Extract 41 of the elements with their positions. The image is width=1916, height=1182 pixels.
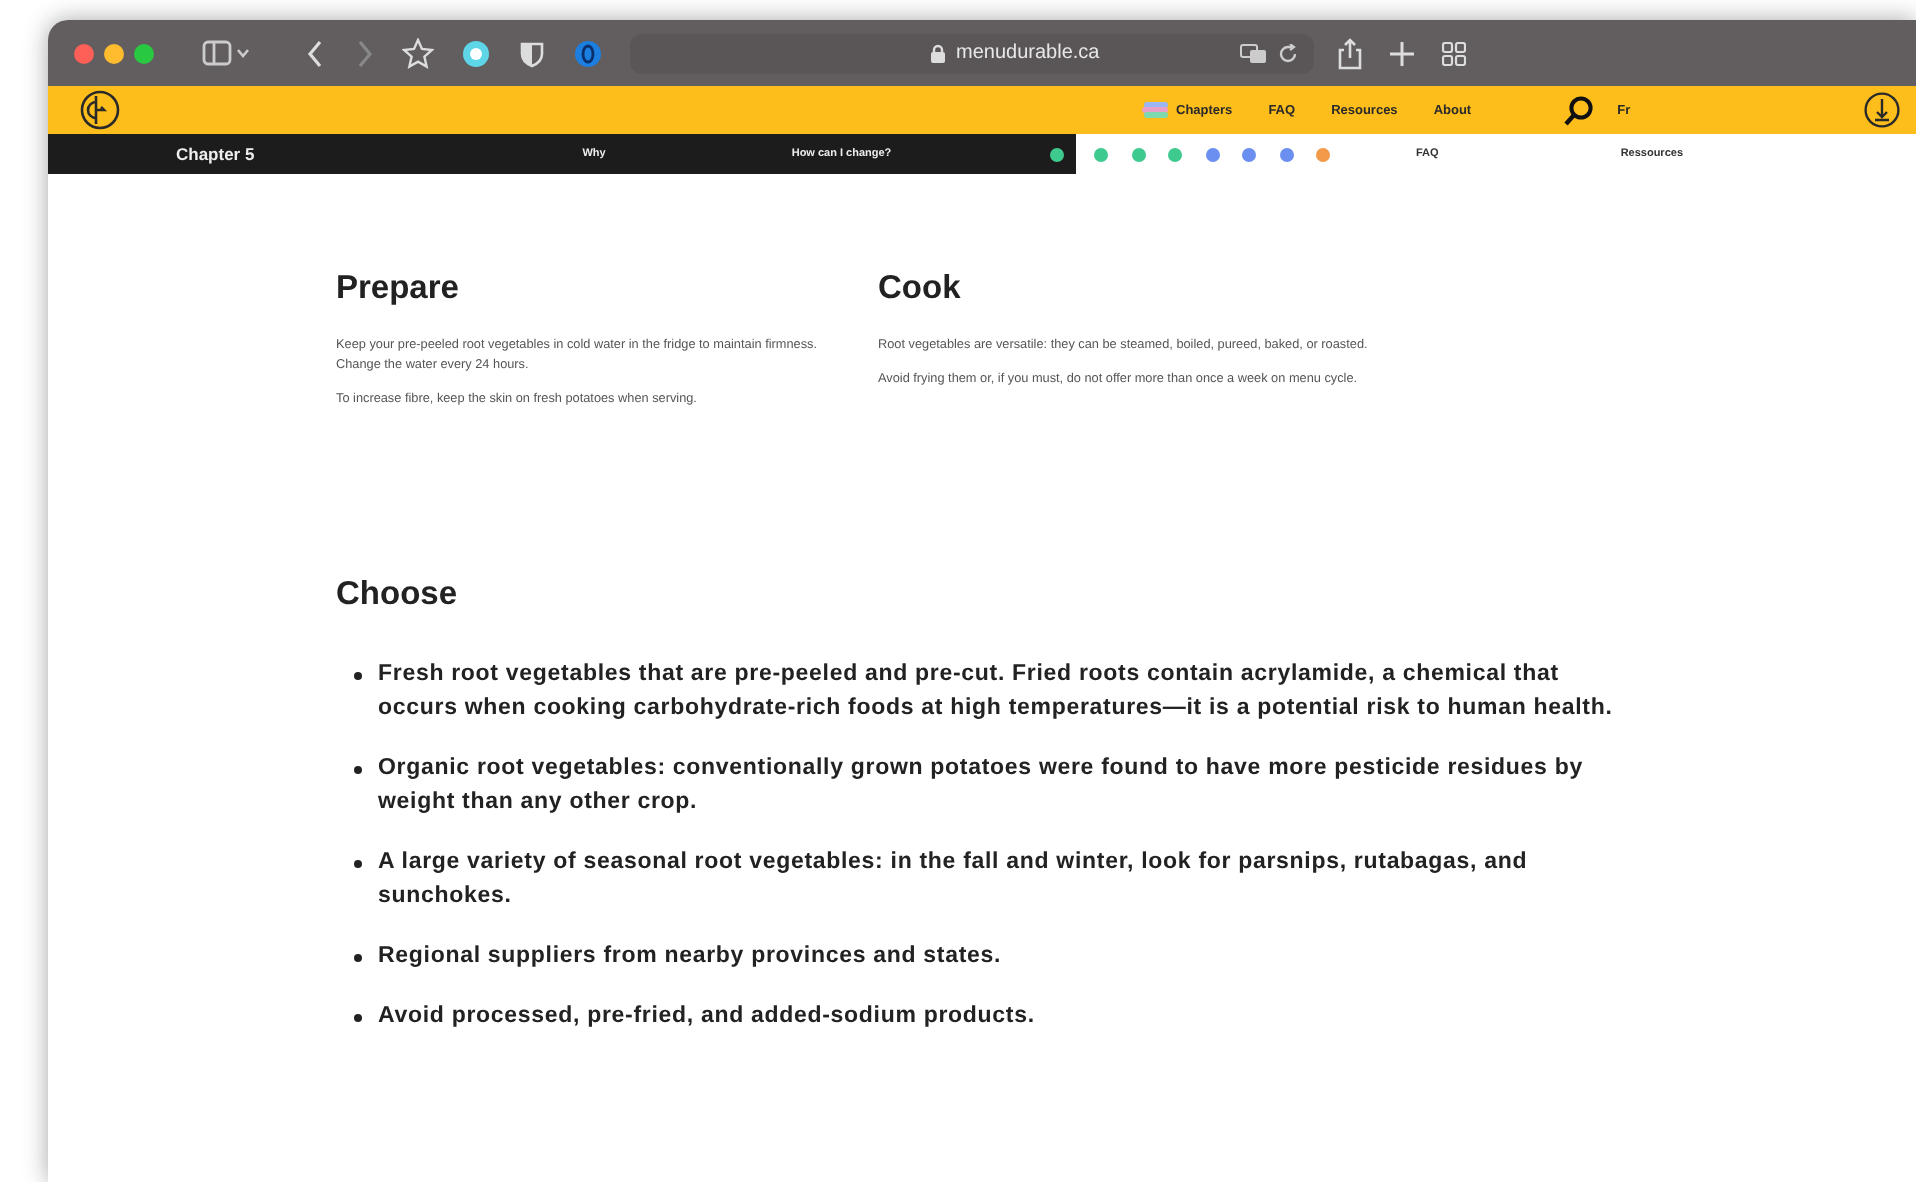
- logo-icon[interactable]: [80, 90, 120, 130]
- section-heading: Prepare: [336, 270, 461, 308]
- translate-icon[interactable]: [1240, 43, 1268, 63]
- chapters-icon: [1142, 102, 1170, 118]
- chapter-dot[interactable]: [1050, 147, 1064, 161]
- minimize-button[interactable]: [104, 43, 124, 63]
- list-item-text: Regional suppliers from nearby provinces and states.: [378, 942, 1002, 972]
- chapter-dot[interactable]: [1242, 147, 1256, 161]
- list-item-text: Organic root vegetables: conventionally grown potatoes were found to have more pesticide residues by weight than any other crop.: [378, 754, 1585, 818]
- bullet-icon: [354, 766, 362, 774]
- chapter-dot[interactable]: [1168, 147, 1182, 161]
- chapter-dot[interactable]: [1131, 147, 1145, 161]
- chapter-dot[interactable]: [1094, 147, 1108, 161]
- zoom-button[interactable]: [134, 43, 154, 63]
- star-icon[interactable]: [402, 37, 434, 69]
- chapter-dot[interactable]: [1279, 147, 1293, 161]
- back-icon[interactable]: [306, 39, 326, 67]
- section-heading: Choose: [336, 576, 460, 614]
- bullet-icon: [354, 860, 362, 868]
- share-icon[interactable]: [1338, 37, 1362, 69]
- list-item-text: Avoid processed, pre-fried, and added-sodium products.: [378, 1002, 1035, 1032]
- list-item-text: Fresh root vegetables that are pre-peeled and pre-cut. Fried roots contain acrylamide, a chemical that occurs when cooking carbohydrate-rich foods at high temperatures—it is a potential risk to human health.: [378, 660, 1615, 724]
- lock-icon: [930, 43, 946, 63]
- reload-icon[interactable]: [1278, 43, 1298, 63]
- tab-overview-icon[interactable]: [1442, 41, 1466, 65]
- chapter-dot[interactable]: [1316, 147, 1330, 161]
- bullet-icon: [354, 954, 362, 962]
- sidebar-icon[interactable]: [202, 39, 250, 67]
- search-icon[interactable]: [1563, 95, 1594, 125]
- address-bar[interactable]: menudurable.ca: [630, 33, 1314, 73]
- shield-icon[interactable]: [518, 39, 546, 67]
- extension-icon[interactable]: [574, 39, 602, 67]
- extension-icon[interactable]: [462, 39, 490, 67]
- download-icon[interactable]: [1864, 92, 1900, 128]
- list-item-text: A large variety of seasonal root vegetables: in the fall and winter, look for parsnips, rutabagas, and sunchokes.: [378, 848, 1530, 912]
- bullet-icon: [354, 1014, 362, 1022]
- section-heading: Cook: [878, 270, 963, 308]
- chapter-dot[interactable]: [1205, 147, 1219, 161]
- bullet-icon: [354, 672, 362, 680]
- new-tab-icon[interactable]: [1390, 41, 1414, 65]
- chapter-title: Chapter 5: [176, 144, 255, 164]
